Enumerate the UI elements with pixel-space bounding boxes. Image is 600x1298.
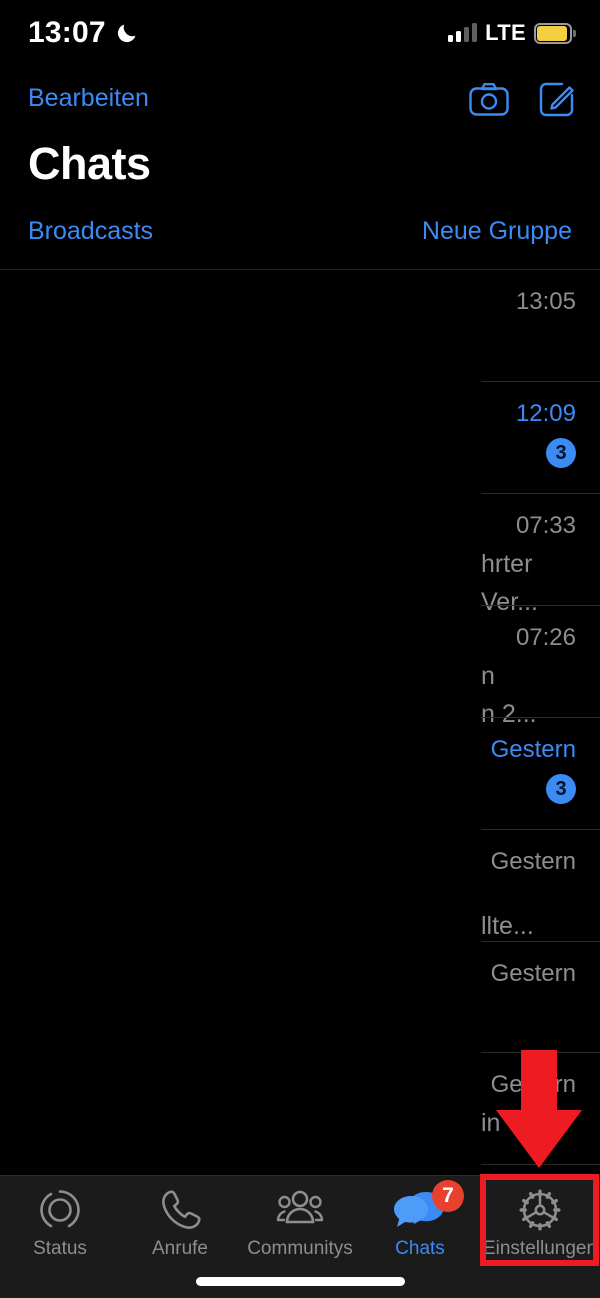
phone-icon bbox=[158, 1186, 202, 1234]
new-group-button[interactable]: Neue Gruppe bbox=[422, 217, 572, 246]
chat-preview-line-2: llte... bbox=[481, 912, 534, 940]
chat-preview-line-1: n bbox=[481, 662, 495, 690]
tab-label: Chats bbox=[395, 1238, 445, 1259]
network-type-label: LTE bbox=[485, 20, 526, 45]
edit-button[interactable]: Bearbeiten bbox=[28, 86, 149, 111]
page-title: Chats bbox=[28, 138, 151, 189]
status-bar-left: 13:07 bbox=[28, 18, 139, 48]
tab-anrufe[interactable]: Anrufe bbox=[120, 1186, 240, 1268]
camera-icon[interactable] bbox=[469, 82, 509, 116]
tab-label: Communitys bbox=[247, 1238, 353, 1259]
chats-unread-badge: 7 bbox=[432, 1180, 464, 1212]
tab-status[interactable]: Status bbox=[0, 1186, 120, 1268]
chat-list[interactable]: 13:05 12:09 3 07:33 hrter Ver... 07:26 n… bbox=[0, 270, 600, 1175]
row-divider bbox=[481, 1164, 600, 1165]
phone-screen: 13:07 LTE Bearbeiten Chats Broadcasts Ne… bbox=[0, 0, 600, 1298]
broadcasts-button[interactable]: Broadcasts bbox=[28, 217, 153, 246]
settings-highlight-box bbox=[480, 1174, 599, 1266]
chat-timestamp: Gestern bbox=[490, 848, 576, 875]
chat-timestamp: 12:09 bbox=[515, 400, 576, 427]
status-bar-clock: 13:07 bbox=[28, 16, 106, 49]
chat-preview-line-2: in bbox=[481, 1109, 501, 1137]
tab-communitys[interactable]: Communitys bbox=[240, 1186, 360, 1268]
chat-preview-line-1: hrter bbox=[481, 550, 533, 578]
unread-count-badge: 3 bbox=[546, 774, 576, 804]
status-bar: 13:07 LTE bbox=[0, 0, 600, 62]
chat-timestamp: 07:26 bbox=[515, 624, 576, 651]
crescent-moon-icon bbox=[117, 24, 136, 43]
status-bar-right: LTE bbox=[448, 20, 576, 46]
sub-nav: Broadcasts Neue Gruppe bbox=[0, 217, 600, 267]
chat-timestamp: 13:05 bbox=[515, 288, 576, 315]
status-rings-icon bbox=[37, 1186, 83, 1234]
home-indicator[interactable] bbox=[196, 1277, 405, 1286]
cellular-signal-icon bbox=[448, 23, 478, 42]
chat-timestamp: 07:33 bbox=[515, 512, 576, 539]
compose-icon[interactable] bbox=[538, 80, 576, 118]
tab-chats[interactable]: 7 Chats bbox=[360, 1180, 480, 1268]
chat-timestamp: Gestern bbox=[490, 736, 576, 763]
community-group-icon bbox=[275, 1186, 325, 1234]
tab-label: Anrufe bbox=[152, 1238, 208, 1259]
chat-bubbles-icon: 7 bbox=[394, 1180, 464, 1234]
nav-header: Bearbeiten Chats Broadcasts Neue Gruppe bbox=[0, 62, 600, 270]
chat-timestamp: Gestern bbox=[490, 960, 576, 987]
tab-label: Status bbox=[33, 1238, 87, 1259]
chat-timestamp: Gestern bbox=[490, 1071, 576, 1098]
unread-count-badge: 3 bbox=[546, 438, 576, 468]
header-actions bbox=[469, 80, 576, 118]
redaction-overlay bbox=[0, 270, 481, 1175]
battery-low-power-icon bbox=[534, 22, 576, 44]
